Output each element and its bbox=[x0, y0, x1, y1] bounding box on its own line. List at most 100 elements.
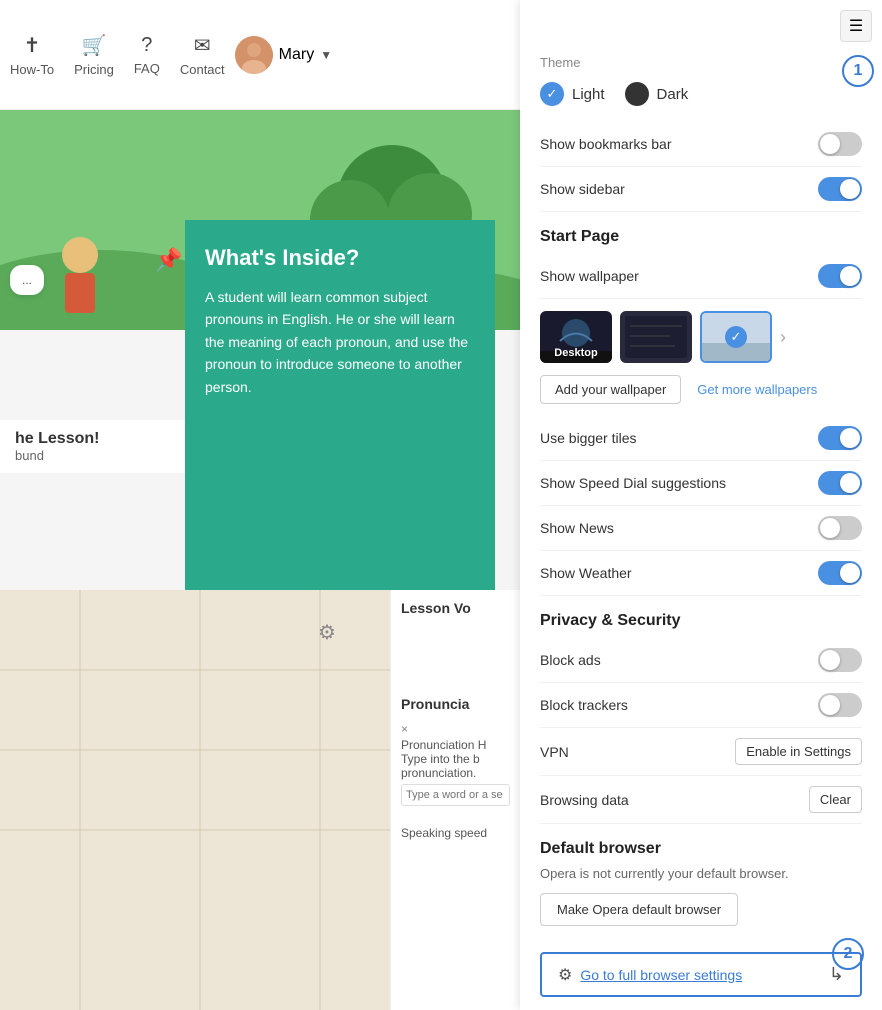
lesson-subtitle: bund bbox=[15, 448, 170, 463]
nav-label-pricing: Pricing bbox=[74, 62, 114, 77]
use-bigger-tiles-toggle[interactable] bbox=[818, 426, 862, 450]
block-trackers-row: Block trackers bbox=[540, 683, 862, 728]
show-sidebar-label: Show sidebar bbox=[540, 181, 625, 197]
block-ads-toggle[interactable] bbox=[818, 648, 862, 672]
block-ads-label: Block ads bbox=[540, 652, 601, 668]
nav-item-howto[interactable]: ✝ How-To bbox=[10, 33, 54, 77]
wallpaper-desktop-label: Desktop bbox=[554, 347, 597, 359]
browsing-data-row: Browsing data Clear bbox=[540, 776, 862, 824]
pronunciation-input[interactable] bbox=[401, 784, 510, 806]
theme-dark-label: Dark bbox=[657, 86, 689, 103]
theme-light-label: Light bbox=[572, 86, 605, 103]
theme-light-check bbox=[540, 82, 564, 106]
nav-item-faq[interactable]: ? FAQ bbox=[134, 34, 160, 76]
nav-items: ✝ How-To 🛒 Pricing ? FAQ ✉ Contact bbox=[10, 33, 225, 77]
toggle-knob bbox=[840, 266, 860, 286]
pricing-icon: 🛒 bbox=[82, 33, 107, 58]
toggle-knob bbox=[840, 428, 860, 448]
step-badge-2: 2 bbox=[832, 938, 864, 970]
nav-label-contact: Contact bbox=[180, 62, 225, 77]
theme-dark-circle bbox=[625, 82, 649, 106]
block-trackers-label: Block trackers bbox=[540, 697, 628, 713]
toggle-knob bbox=[820, 134, 840, 154]
vpn-row: VPN Enable in Settings bbox=[540, 728, 862, 776]
nav-item-pricing[interactable]: 🛒 Pricing bbox=[74, 33, 114, 77]
lesson-vocab-card: Lesson Vo Pronuncia × Pronunciation H Ty… bbox=[390, 590, 520, 1010]
privacy-security-heading: Privacy & Security bbox=[540, 612, 862, 630]
map-area bbox=[0, 590, 390, 1010]
lesson-title-area: he Lesson! bund bbox=[0, 420, 185, 473]
show-speed-dial-label: Show Speed Dial suggestions bbox=[540, 475, 726, 491]
lesson-vocab-title: Lesson Vo bbox=[401, 600, 510, 616]
toggle-knob bbox=[820, 518, 840, 538]
wallpaper-thumb-light[interactable]: ✓ bbox=[700, 311, 772, 363]
toggle-knob bbox=[840, 179, 860, 199]
make-default-browser-button[interactable]: Make Opera default browser bbox=[540, 893, 738, 926]
start-page-heading: Start Page bbox=[540, 228, 862, 246]
default-browser-heading: Default browser bbox=[540, 840, 862, 858]
menu-button[interactable]: ☰ bbox=[840, 10, 872, 42]
chat-bubble: ... bbox=[10, 265, 44, 295]
nav-item-contact[interactable]: ✉ Contact bbox=[180, 33, 225, 77]
pronunciation-section: Pronuncia × Pronunciation H Type into th… bbox=[401, 696, 510, 840]
clear-browsing-data-button[interactable]: Clear bbox=[809, 786, 862, 813]
full-settings-row[interactable]: ⚙ Go to full browser settings ↳ bbox=[540, 952, 862, 997]
wallpaper-dark-img bbox=[620, 311, 692, 363]
content-card-body: A student will learn common subject pron… bbox=[205, 286, 475, 398]
use-bigger-tiles-row: Use bigger tiles bbox=[540, 416, 862, 461]
show-bookmarks-bar-toggle[interactable] bbox=[818, 132, 862, 156]
menu-icon: ☰ bbox=[849, 16, 863, 36]
content-card-title: What's Inside? bbox=[205, 245, 475, 271]
pronunciation-subtitle: Pronunciation H bbox=[401, 738, 510, 752]
gear-icon-map[interactable]: ⚙ bbox=[318, 620, 336, 645]
contact-icon: ✉ bbox=[194, 33, 211, 58]
pronunciation-body: Type into the b pronunciation. bbox=[401, 752, 510, 780]
full-settings-link[interactable]: Go to full browser settings bbox=[580, 967, 742, 983]
content-card: What's Inside? A student will learn comm… bbox=[185, 220, 495, 590]
theme-dark-option[interactable]: Dark bbox=[625, 82, 689, 106]
show-weather-label: Show Weather bbox=[540, 565, 632, 581]
wallpaper-next-arrow[interactable]: › bbox=[780, 327, 786, 348]
block-trackers-toggle[interactable] bbox=[818, 693, 862, 717]
faq-icon: ? bbox=[141, 34, 152, 57]
get-more-wallpapers-link[interactable]: Get more wallpapers bbox=[697, 382, 817, 397]
show-speed-dial-toggle[interactable] bbox=[818, 471, 862, 495]
step-badge-1: 1 bbox=[842, 55, 874, 87]
add-wallpaper-button[interactable]: Add your wallpaper bbox=[540, 375, 681, 404]
show-sidebar-toggle[interactable] bbox=[818, 177, 862, 201]
avatar bbox=[235, 36, 273, 74]
speaking-speed-label: Speaking speed bbox=[401, 826, 510, 840]
settings-panel: ☰ 1 Theme Light Dark Show bookmarks bar bbox=[520, 0, 882, 1010]
enable-vpn-button[interactable]: Enable in Settings bbox=[735, 738, 862, 765]
howto-icon: ✝ bbox=[24, 33, 41, 58]
main-content: ✝ How-To 🛒 Pricing ? FAQ ✉ Contact bbox=[0, 0, 520, 1010]
pronunciation-title: Pronuncia bbox=[401, 696, 510, 712]
theme-row: Light Dark bbox=[540, 82, 862, 106]
toggle-knob bbox=[840, 563, 860, 583]
show-news-label: Show News bbox=[540, 520, 614, 536]
vpn-label: VPN bbox=[540, 744, 569, 760]
nav-label-howto: How-To bbox=[10, 62, 54, 77]
chat-bubble-text: ... bbox=[22, 273, 32, 287]
show-sidebar-row: Show sidebar bbox=[540, 167, 862, 212]
dropdown-arrow-icon: ▼ bbox=[320, 48, 332, 62]
settings-content: Theme Light Dark Show bookmarks bar Show bbox=[520, 0, 882, 1010]
show-bookmarks-bar-row: Show bookmarks bar bbox=[540, 122, 862, 167]
close-pronunciation-icon[interactable]: × bbox=[401, 722, 408, 736]
theme-label: Theme bbox=[540, 55, 862, 70]
map-illustration bbox=[0, 590, 390, 1010]
show-news-toggle[interactable] bbox=[818, 516, 862, 540]
wallpaper-thumb-desktop[interactable]: Desktop bbox=[540, 311, 612, 363]
pin-icon[interactable]: 📌 bbox=[155, 247, 182, 273]
user-menu[interactable]: Mary ▼ bbox=[235, 36, 332, 74]
browsing-data-label: Browsing data bbox=[540, 792, 629, 808]
lesson-title-text: he Lesson! bbox=[15, 430, 170, 448]
show-weather-toggle[interactable] bbox=[818, 561, 862, 585]
user-name: Mary bbox=[279, 46, 315, 64]
wallpaper-thumb-dark[interactable] bbox=[620, 311, 692, 363]
toggle-knob bbox=[820, 650, 840, 670]
wallpaper-check-icon: ✓ bbox=[725, 326, 747, 348]
theme-light-option[interactable]: Light bbox=[540, 82, 605, 106]
show-wallpaper-toggle[interactable] bbox=[818, 264, 862, 288]
wallpaper-row: Desktop ✓ › bbox=[540, 311, 862, 363]
